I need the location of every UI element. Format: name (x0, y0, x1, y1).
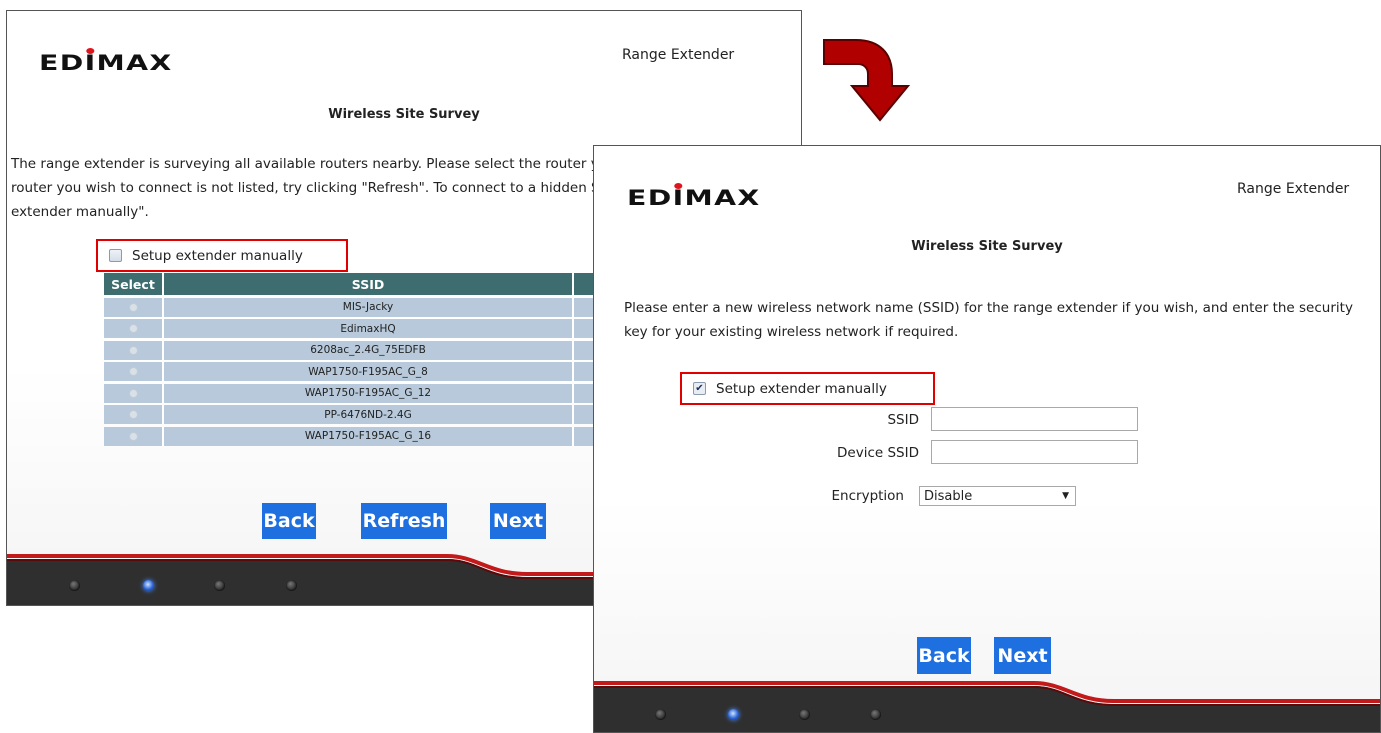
radio-icon[interactable] (128, 388, 138, 398)
led-indicator-icon (870, 709, 881, 720)
led-indicator-icon (799, 709, 810, 720)
footer-bar (594, 668, 1380, 732)
intro-line: Please enter a new wireless network name… (624, 300, 1353, 316)
setup-manually-option[interactable]: Setup extender manually (96, 239, 348, 272)
intro-text: The range extender is surveying all avai… (11, 152, 616, 224)
setup-manually-label: Setup extender manually (716, 380, 887, 397)
radio-icon[interactable] (128, 345, 138, 355)
table-row[interactable]: MIS-Jacky (104, 297, 604, 317)
table-row[interactable]: WAP1750-F195AC_G_12 (104, 383, 604, 403)
intro-line: extender manually". (11, 204, 149, 220)
ssid-input[interactable] (931, 407, 1138, 431)
table-row[interactable]: WAP1750-F195AC_G_16 (104, 426, 604, 446)
device-ssid-input[interactable] (931, 440, 1138, 464)
product-name: Range Extender (622, 47, 735, 63)
encryption-label: Encryption (831, 488, 904, 504)
intro-line: The range extender is surveying all avai… (11, 156, 616, 172)
page-title: Wireless Site Survey (328, 107, 480, 122)
table-row[interactable]: WAP1750-F195AC_G_8 (104, 362, 604, 381)
radio-icon[interactable] (128, 302, 138, 312)
site-survey-table: Select SSID MIS-Jacky EdimaxHQ 6208ac_2.… (104, 273, 604, 460)
table-row[interactable]: EdimaxHQ (104, 319, 604, 338)
encryption-select[interactable]: Disable ▼ (919, 486, 1076, 506)
led-indicator-icon (655, 709, 666, 720)
table-row[interactable]: 6208ac_2.4G_75EDFB (104, 340, 604, 360)
setup-manually-label: Setup extender manually (132, 247, 303, 264)
ssid-label: SSID (887, 412, 919, 428)
led-indicator-icon (728, 709, 739, 720)
next-button[interactable]: Next (490, 503, 546, 539)
ssid-cell: WAP1750-F195AC_G_12 (164, 383, 574, 403)
intro-text: Please enter a new wireless network name… (624, 296, 1353, 344)
table-row[interactable]: PP-6476ND-2.4G (104, 405, 604, 424)
page-title: Wireless Site Survey (911, 239, 1063, 254)
ssid-cell: MIS-Jacky (164, 297, 574, 317)
refresh-button[interactable]: Refresh (361, 503, 447, 539)
radio-icon[interactable] (128, 324, 138, 333)
ssid-cell: EdimaxHQ (164, 319, 574, 338)
led-indicator-icon (214, 580, 225, 591)
checkbox-icon[interactable] (109, 249, 122, 262)
ssid-cell: WAP1750-F195AC_G_8 (164, 362, 574, 381)
table-header: Select SSID (104, 273, 604, 295)
ssid-cell: WAP1750-F195AC_G_16 (164, 426, 574, 446)
intro-line: router you wish to connect is not listed… (11, 180, 613, 196)
radio-icon[interactable] (128, 367, 138, 376)
edimax-logo: EDIMAX (39, 51, 173, 75)
column-header-ssid: SSID (164, 273, 574, 295)
led-indicator-icon (286, 580, 297, 591)
dropdown-arrow-icon: ▼ (1062, 491, 1069, 501)
radio-icon[interactable] (128, 431, 138, 441)
red-curved-arrow-icon (823, 39, 911, 122)
led-indicator-icon (143, 580, 154, 591)
radio-icon[interactable] (128, 410, 138, 419)
ssid-cell: 6208ac_2.4G_75EDFB (164, 340, 574, 360)
ssid-cell: PP-6476ND-2.4G (164, 405, 574, 424)
back-button[interactable]: Back (262, 503, 316, 539)
encryption-selected-value: Disable (924, 488, 973, 504)
led-indicator-icon (69, 580, 80, 591)
edimax-logo: EDIMAX (627, 186, 761, 210)
setup-manually-option[interactable]: ✔ Setup extender manually (680, 372, 935, 405)
column-header-select: Select (104, 273, 164, 295)
intro-line: key for your existing wireless network i… (624, 324, 959, 340)
product-name: Range Extender (1237, 181, 1350, 197)
manual-setup-panel: EDIMAX Range Extender Wireless Site Surv… (593, 145, 1381, 733)
checkbox-icon[interactable]: ✔ (693, 382, 706, 395)
device-ssid-label: Device SSID (837, 445, 919, 461)
footer-swoosh (594, 681, 1380, 732)
